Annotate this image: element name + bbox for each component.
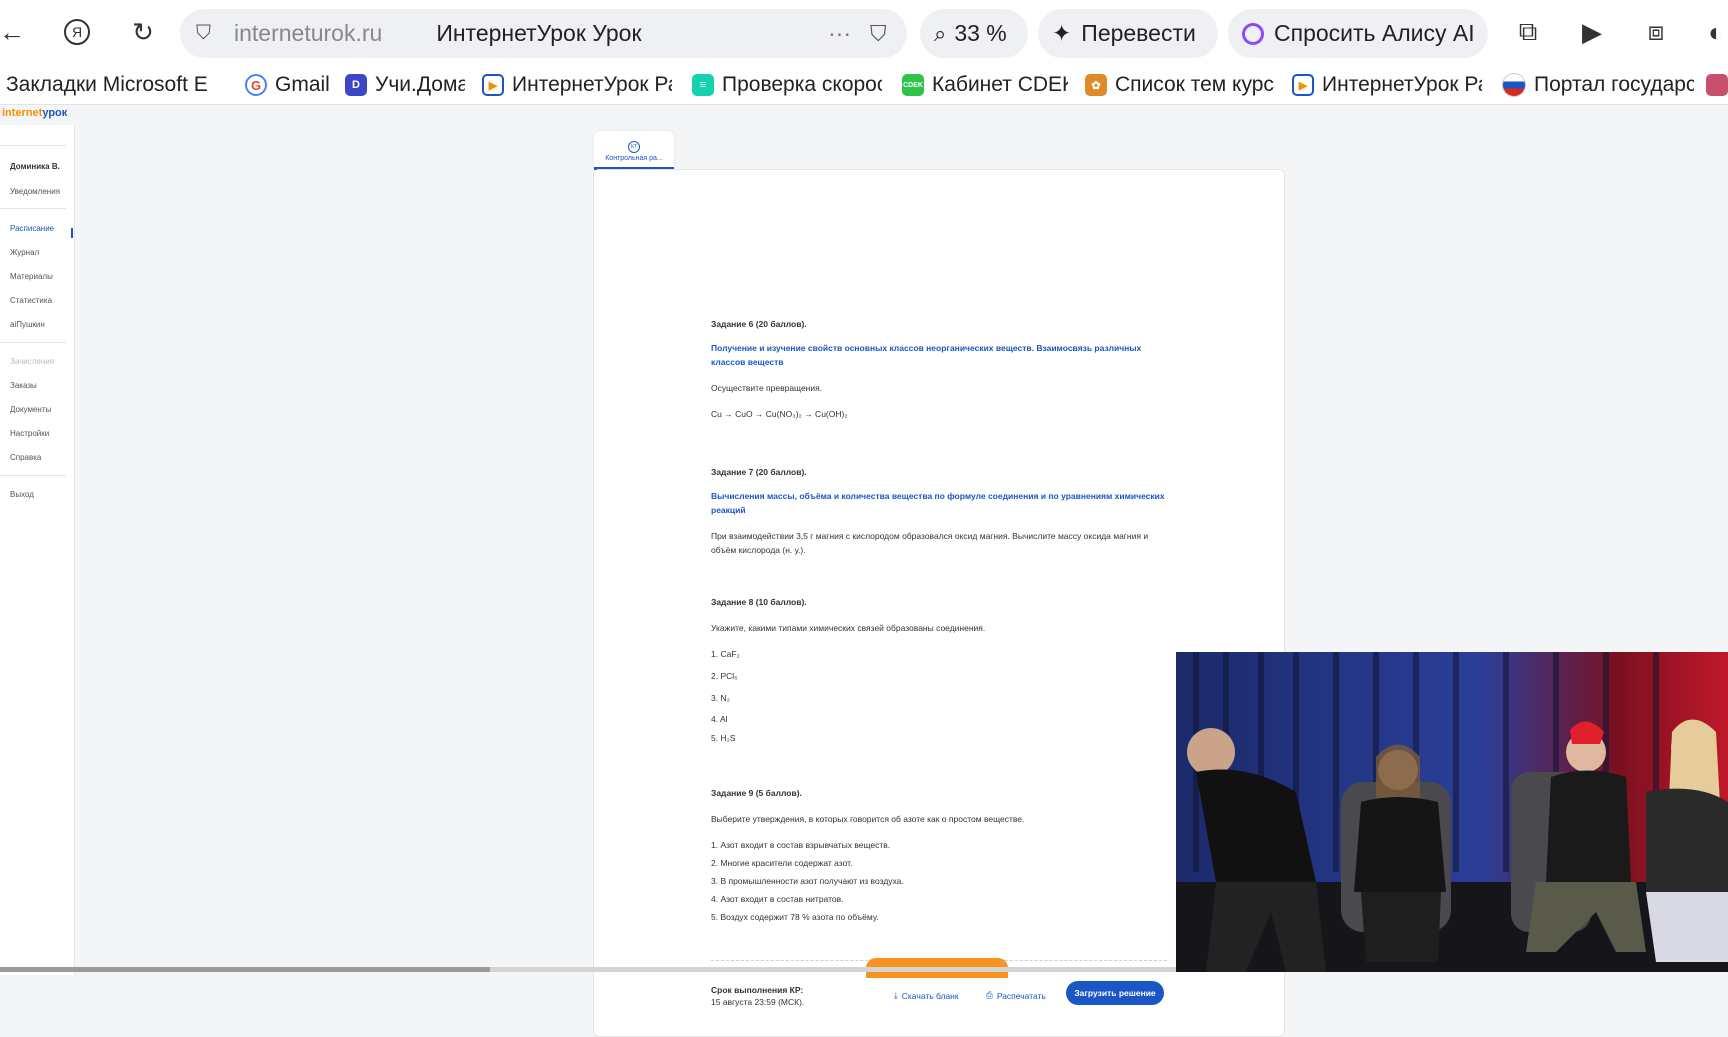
bookmark-item[interactable]: ▶ ИнтернетУрок Ра <box>482 70 672 100</box>
alice-label: Спросить Алису AI <box>1274 20 1475 46</box>
task-6-text: Осуществите превращения. <box>711 383 823 393</box>
task-7-topic[interactable]: Вычисления массы, объёма и количества ве… <box>711 489 1171 517</box>
video-overlay[interactable] <box>1176 652 1728 972</box>
address-domain: interneturok.ru <box>234 20 383 46</box>
bookmark-item[interactable]: ✿ Список тем курса <box>1085 70 1275 100</box>
sidebar-item-orders[interactable]: Заказы <box>10 381 37 390</box>
sidebar-user[interactable]: Доминика В. <box>10 162 60 171</box>
video-frame <box>1176 652 1728 972</box>
bookmark-item[interactable] <box>1706 70 1728 100</box>
scrollbar-thumb[interactable] <box>0 967 490 972</box>
google-icon: G <box>245 74 267 96</box>
gosuslugi-icon <box>1502 73 1526 97</box>
bookmark-item[interactable]: Закладки Microsoft E ⌄ <box>6 70 210 100</box>
task-6-formula: Cu → CuO → Cu(NO₃)₂ → Cu(OH)₂ <box>711 409 848 419</box>
download-form-link[interactable]: ⤓ Скачать бланк <box>894 990 959 1001</box>
download-icon: ⤓ <box>894 990 898 1000</box>
list-item: 5. Воздух содержит 78 % азота по объёму. <box>711 912 879 922</box>
test-icon: КТ <box>628 141 640 153</box>
reload-icon[interactable]: ↻ <box>123 12 163 52</box>
sidebar-item-schedule[interactable]: Расписание <box>10 224 54 233</box>
alice-icon <box>1242 22 1264 45</box>
yandex-icon[interactable]: Я <box>57 12 97 52</box>
task-8-title: Задание 8 (10 баллов). <box>711 597 807 607</box>
alice-button[interactable]: Спросить Алису AI <box>1228 9 1488 58</box>
sidebar-item-logout[interactable]: Выход <box>10 490 34 499</box>
sidebar-item-help[interactable]: Справка <box>10 453 41 462</box>
zoom-value: 33 % <box>954 20 1007 46</box>
task-6-title: Задание 6 (20 баллов). <box>711 319 807 329</box>
profile-icon[interactable]: ◐ <box>1696 12 1728 52</box>
bookmark-icon <box>1706 74 1728 96</box>
task-8-text: Укажите, какими типами химических связей… <box>711 623 986 633</box>
translate-label: Перевести <box>1081 20 1196 46</box>
browser-toolbar: ← Я ↻ ⛉ interneturok.ru ИнтернетУрок Уро… <box>0 0 1728 66</box>
sidebar: Доминика В. Уведомления Расписание Журна… <box>0 125 75 975</box>
list-item: 5. H₂S <box>711 733 736 743</box>
sidebar-item-aipushkin[interactable]: aiПушкин <box>10 320 45 329</box>
active-indicator <box>71 228 73 238</box>
uchi-icon: D <box>345 74 367 96</box>
collections-icon[interactable]: ⧈ <box>1636 12 1676 52</box>
bookmark-item[interactable]: ▶ ИнтернетУрок Ра <box>1292 70 1482 100</box>
sidebar-item-journal[interactable]: Журнал <box>10 248 39 257</box>
sidebar-item-enrollments[interactable]: Зачисления <box>10 357 54 366</box>
list-icon: ✿ <box>1085 74 1107 96</box>
more-icon[interactable]: ··· <box>828 20 851 47</box>
list-item: 2. Многие красители содержат азот. <box>711 858 853 868</box>
divider <box>0 208 66 209</box>
site-logo[interactable]: internetурок <box>2 107 67 119</box>
list-item: 2. PCl₅ <box>711 671 738 681</box>
bookmark-item[interactable]: Портал государст <box>1502 70 1694 100</box>
search-zoom-icon: ⌕ <box>934 20 947 46</box>
address-bar[interactable]: ⛉ interneturok.ru ИнтернетУрок Урок ··· … <box>180 9 907 58</box>
zoom-indicator[interactable]: ⌕ 33 % <box>920 9 1028 58</box>
play-icon: ▶ <box>482 74 504 96</box>
sidebar-item-materials[interactable]: Материалы <box>10 272 53 281</box>
sidebar-item-settings[interactable]: Настройки <box>10 429 49 438</box>
bookmark-icon[interactable]: ⛉ <box>870 21 887 47</box>
bookmark-item[interactable]: G Gmail <box>245 70 331 100</box>
speedtest-icon: ≡ <box>692 74 714 96</box>
divider <box>0 475 66 476</box>
translate-icon: ✦ <box>1052 20 1072 46</box>
bookmark-item[interactable]: CDEK Кабинет CDEK <box>902 70 1068 100</box>
list-item: 3. В промышленности азот получают из воз… <box>711 876 904 886</box>
list-item: 4. Al <box>711 714 728 724</box>
tab-label: Контрольная ра... <box>605 155 663 162</box>
back-arrow-icon[interactable]: ← <box>0 12 32 52</box>
printer-icon: ⎙ <box>986 990 993 1000</box>
list-item: 1. CaF₂ <box>711 649 740 659</box>
divider <box>0 342 66 343</box>
task-7-title: Задание 7 (20 баллов). <box>711 467 807 477</box>
deadline-label: Срок выполнения КР: <box>711 985 804 995</box>
sidebar-item-documents[interactable]: Документы <box>10 405 51 414</box>
svg-text:Я: Я <box>72 24 82 40</box>
deadline-value: 15 августа 23:59 (МСК). <box>711 997 805 1007</box>
task-6-topic[interactable]: Получение и изучение свойств основных кл… <box>711 341 1171 369</box>
media-icon[interactable]: ▶ <box>1572 12 1612 52</box>
task-7-text: При взаимодействии 3,5 г магния с кислор… <box>711 531 1149 555</box>
extensions-icon[interactable]: ⧉ <box>1508 12 1548 52</box>
translate-button[interactable]: ✦ Перевести <box>1038 9 1218 58</box>
divider <box>0 145 66 146</box>
task-9-title: Задание 9 (5 баллов). <box>711 788 802 798</box>
list-item: 1. Азот входит в состав взрывчатых вещес… <box>711 840 891 850</box>
sidebar-item-notifications[interactable]: Уведомления <box>10 187 60 196</box>
bookmarks-bar: Закладки Microsoft E ⌄ G Gmail D Учи.Дом… <box>0 66 1728 105</box>
list-item: 4. Азот входит в состав нитратов. <box>711 894 844 904</box>
cdek-icon: CDEK <box>902 74 924 96</box>
tab-test[interactable]: КТ Контрольная ра... <box>594 131 674 170</box>
bookmark-item[interactable]: ≡ Проверка скорос <box>692 70 882 100</box>
sidebar-item-statistics[interactable]: Статистика <box>10 296 52 305</box>
print-link[interactable]: ⎙ Распечатать <box>986 990 1046 1001</box>
shield-icon: ⛉ <box>196 22 211 44</box>
task-9-text: Выберите утверждения, в которых говоритс… <box>711 814 1025 824</box>
play-icon: ▶ <box>1292 74 1314 96</box>
upload-solution-button[interactable]: Загрузить решение <box>1066 981 1164 1005</box>
list-item: 3. N₂ <box>711 693 730 703</box>
page-title: ИнтернетУрок Урок <box>436 20 642 46</box>
bookmark-item[interactable]: D Учи.Дома <box>345 70 465 100</box>
